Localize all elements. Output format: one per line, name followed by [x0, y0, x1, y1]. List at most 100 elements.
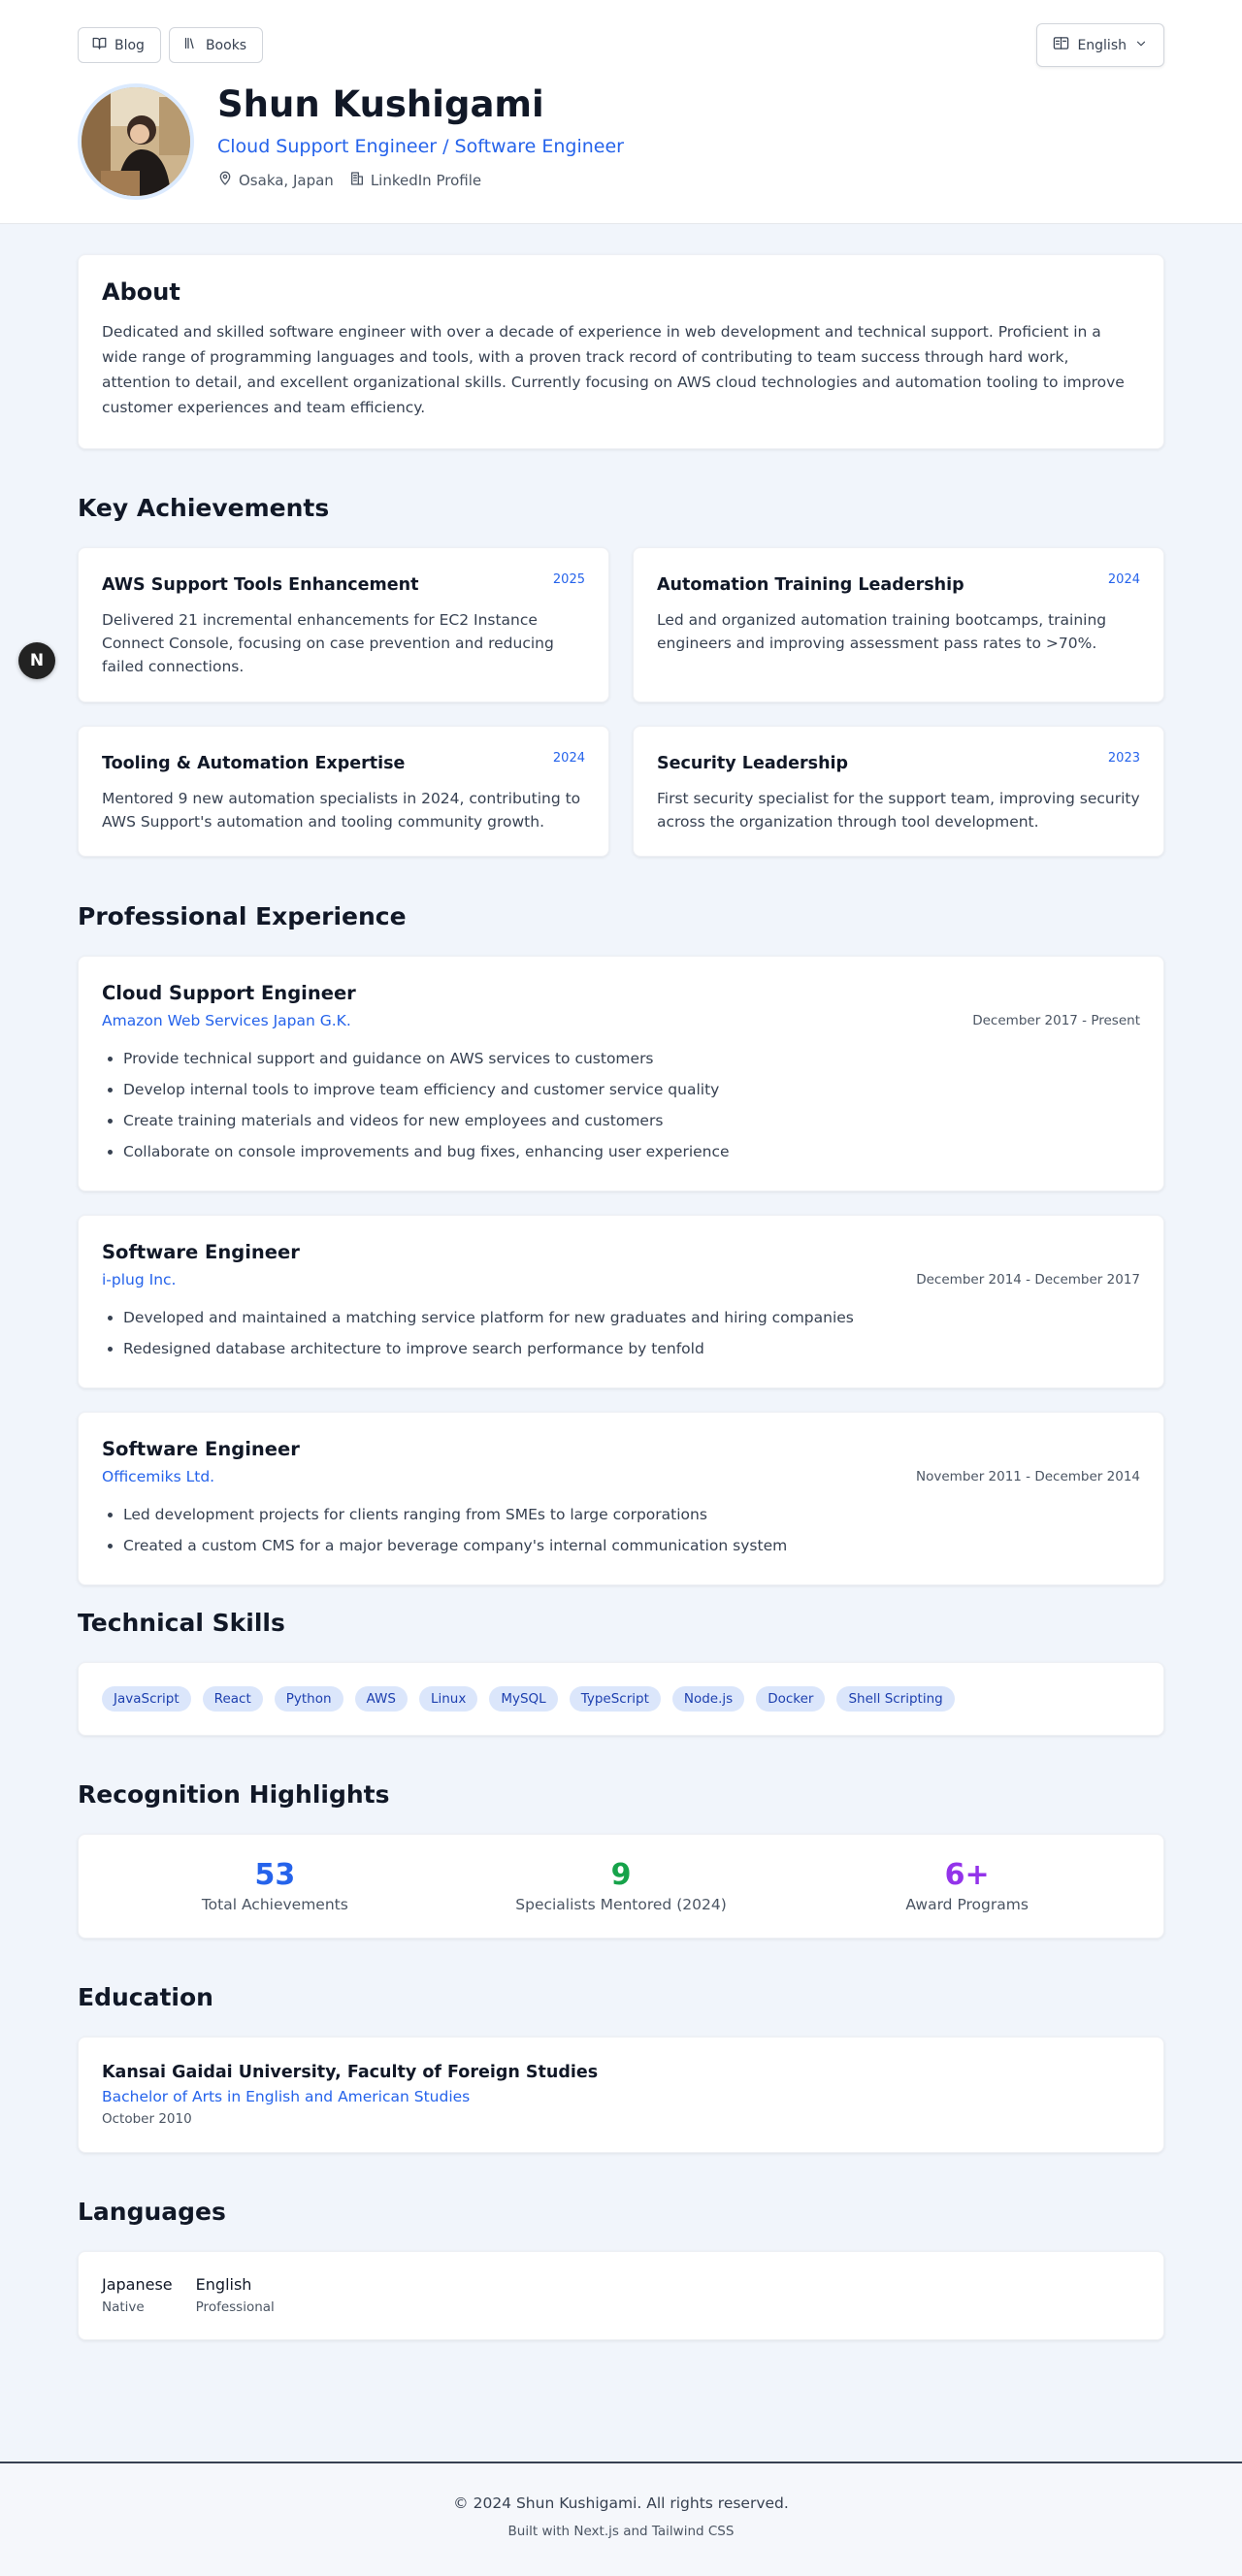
- footer: © 2024 Shun Kushigami. All rights reserv…: [0, 2462, 1242, 2576]
- achievement-year: 2023: [1107, 751, 1140, 766]
- achievements-grid: AWS Support Tools Enhancement 2025 Deliv…: [78, 547, 1164, 857]
- job-dates: December 2017 - Present: [972, 1013, 1140, 1028]
- recognition-heading: Recognition Highlights: [78, 1780, 390, 1809]
- skills-heading: Technical Skills: [78, 1609, 285, 1637]
- language-select[interactable]: English: [1036, 23, 1164, 67]
- blog-label: Blog: [114, 37, 145, 53]
- achievement-year: 2024: [552, 751, 585, 766]
- linkedin-link[interactable]: LinkedIn Profile: [349, 171, 481, 190]
- education-card: Kansai Gaidai University, Faculty of For…: [78, 2037, 1164, 2153]
- header: Blog Books English Shun Kushigami Cloud …: [0, 0, 1242, 224]
- job-dates: December 2014 - December 2017: [916, 1272, 1140, 1288]
- achievements-heading: Key Achievements: [78, 494, 330, 522]
- experience-card: Software Engineer Officemiks Ltd. Novemb…: [78, 1412, 1164, 1585]
- language-level: Native: [102, 2299, 145, 2315]
- stat-label: Specialists Mentored (2024): [515, 1896, 727, 1913]
- language-label: English: [1077, 37, 1127, 53]
- job-company: Officemiks Ltd.: [102, 1468, 215, 1485]
- achievement-text: Mentored 9 new automation specialists in…: [102, 790, 581, 831]
- job-role: Software Engineer: [102, 1241, 300, 1263]
- job-bullets: Provide technical support and guidance o…: [102, 1043, 1140, 1167]
- language-item: English Professional: [196, 2275, 275, 2316]
- blog-button[interactable]: Blog: [78, 27, 161, 63]
- achievement-title: Automation Training Leadership: [657, 575, 964, 595]
- job-bullet: Led development projects for clients ran…: [123, 1499, 1140, 1530]
- job-bullet: Developed and maintained a matching serv…: [123, 1302, 1140, 1333]
- language-name: English: [195, 2275, 252, 2294]
- skills-card: JavaScript React Python AWS Linux MySQL …: [78, 1662, 1164, 1736]
- job-bullets: Led development projects for clients ran…: [102, 1499, 1140, 1561]
- book-open-icon: [92, 36, 107, 54]
- achievement-text: First security specialist for the suppor…: [657, 790, 1140, 831]
- experience-card: Software Engineer i-plug Inc. December 2…: [78, 1215, 1164, 1388]
- skill-chip: TypeScript: [569, 1686, 661, 1712]
- job-dates: November 2011 - December 2014: [916, 1469, 1140, 1484]
- skill-chip: AWS: [354, 1686, 408, 1712]
- stat-total-achievements: 53 Total Achievements: [102, 1858, 448, 1914]
- profile: Shun Kushigami Cloud Support Engineer / …: [78, 83, 624, 200]
- skill-chip: MySQL: [489, 1686, 558, 1712]
- language-item: Japanese Native: [102, 2275, 173, 2316]
- location: Osaka, Japan: [217, 171, 334, 190]
- books-label: Books: [205, 37, 247, 53]
- stat-label: Total Achievements: [201, 1896, 348, 1913]
- nextjs-logo-icon: N: [29, 651, 45, 670]
- map-pin-icon: [217, 171, 233, 190]
- language-name: Japanese: [102, 2275, 173, 2294]
- achievement-title: AWS Support Tools Enhancement: [102, 575, 419, 595]
- achievement-year: 2024: [1107, 572, 1140, 587]
- education-date: October 2010: [102, 2111, 192, 2127]
- job-bullet: Provide technical support and guidance o…: [123, 1043, 1140, 1074]
- experience-heading: Professional Experience: [78, 902, 407, 930]
- language-level: Professional: [195, 2299, 275, 2315]
- profile-title: Cloud Support Engineer / Software Engine…: [217, 136, 624, 157]
- about-card: About Dedicated and skilled software eng…: [78, 254, 1164, 449]
- avatar: [78, 83, 194, 200]
- job-company: i-plug Inc.: [102, 1271, 177, 1288]
- achievement-text: Led and organized automation training bo…: [657, 611, 1107, 652]
- skill-chip: Docker: [756, 1686, 826, 1712]
- experience-card: Cloud Support Engineer Amazon Web Servic…: [78, 956, 1164, 1191]
- footer-copyright: © 2024 Shun Kushigami. All rights reserv…: [453, 2494, 789, 2512]
- languages-heading: Languages: [78, 2198, 226, 2226]
- achievement-card: Tooling & Automation Expertise 2024 Ment…: [78, 726, 609, 857]
- achievement-card: Security Leadership 2023 First security …: [633, 726, 1164, 857]
- achievement-title: Security Leadership: [657, 754, 849, 773]
- job-bullet: Redesigned database architecture to impr…: [123, 1333, 1140, 1364]
- skill-chip: JavaScript: [102, 1686, 191, 1712]
- skill-chip: Shell Scripting: [836, 1686, 955, 1712]
- education-school: Kansai Gaidai University, Faculty of For…: [102, 2063, 599, 2082]
- skill-chip: Python: [274, 1686, 343, 1712]
- about-heading: About: [102, 278, 180, 306]
- skill-chip: Node.js: [671, 1686, 745, 1712]
- education-heading: Education: [78, 1983, 213, 2011]
- top-nav: Blog Books: [78, 27, 264, 63]
- nextjs-dev-button[interactable]: N: [18, 642, 55, 679]
- stat-value: 6+: [944, 1858, 990, 1892]
- achievement-year: 2025: [552, 572, 585, 587]
- library-icon: [183, 36, 198, 54]
- stat-label: Award Programs: [905, 1896, 1029, 1913]
- building-icon: [349, 171, 365, 190]
- job-role: Cloud Support Engineer: [102, 982, 356, 1004]
- skill-chip: Linux: [418, 1686, 478, 1712]
- job-bullet: Created a custom CMS for a major beverag…: [123, 1530, 1140, 1561]
- achievement-card: Automation Training Leadership 2024 Led …: [633, 547, 1164, 702]
- job-bullets: Developed and maintained a matching serv…: [102, 1302, 1140, 1364]
- achievement-card: AWS Support Tools Enhancement 2025 Deliv…: [78, 547, 609, 702]
- linkedin-label: LinkedIn Profile: [370, 172, 482, 189]
- stat-award-programs: 6+ Award Programs: [794, 1858, 1140, 1914]
- job-company: Amazon Web Services Japan G.K.: [102, 1012, 351, 1029]
- achievement-text: Delivered 21 incremental enhancements fo…: [102, 611, 554, 675]
- job-role: Software Engineer: [102, 1438, 300, 1460]
- job-bullet: Create training materials and videos for…: [123, 1105, 1140, 1136]
- location-text: Osaka, Japan: [239, 172, 334, 189]
- achievement-title: Tooling & Automation Expertise: [102, 754, 406, 773]
- about-text: Dedicated and skilled software engineer …: [102, 323, 1125, 416]
- skill-chip: React: [202, 1686, 263, 1712]
- books-button[interactable]: Books: [168, 27, 264, 63]
- language-icon: [1053, 35, 1069, 55]
- stat-value: 53: [254, 1858, 296, 1892]
- profile-name: Shun Kushigami: [217, 83, 544, 125]
- stat-value: 9: [610, 1858, 632, 1892]
